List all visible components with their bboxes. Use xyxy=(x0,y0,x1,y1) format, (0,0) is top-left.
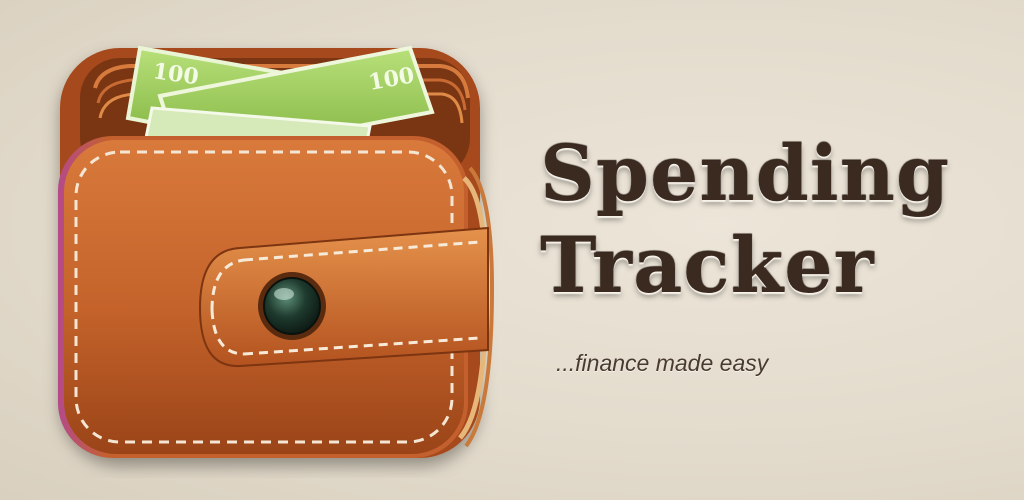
snap-button xyxy=(258,272,326,340)
app-title: Spending Tracker xyxy=(540,128,950,312)
app-title-line-1: Spending xyxy=(540,129,951,218)
wallet-strap xyxy=(198,226,489,368)
app-tagline: ...finance made easy xyxy=(556,350,769,376)
app-title-line-2: Tracker xyxy=(540,221,875,310)
wallet-icon: 100 100 xyxy=(58,45,495,458)
promo-banner: 100 100 Spending Tracker ...finance made… xyxy=(0,0,1024,500)
